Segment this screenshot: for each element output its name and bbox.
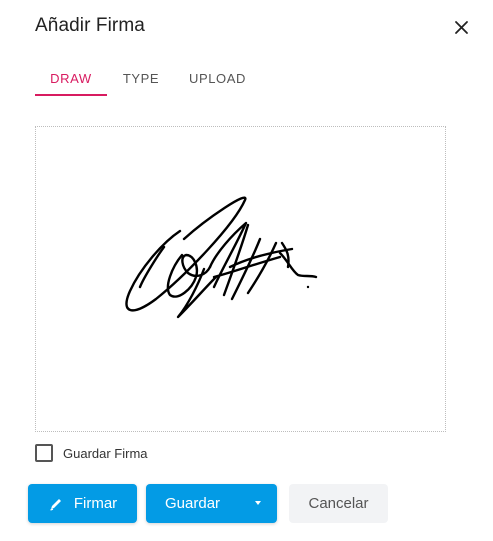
close-icon[interactable]	[452, 18, 472, 38]
cancel-button[interactable]: Cancelar	[289, 484, 388, 523]
add-signature-dialog: Añadir Firma DRAW TYPE UPLOAD Guardar Fi…	[0, 0, 493, 541]
save-signature-checkbox[interactable]	[35, 444, 53, 462]
signature-canvas[interactable]	[35, 126, 446, 432]
sign-button[interactable]: Firmar	[28, 484, 137, 523]
save-button[interactable]: Guardar	[146, 484, 277, 523]
tab-upload[interactable]: UPLOAD	[185, 63, 250, 94]
signature-drawing	[125, 196, 318, 319]
sign-button-label: Firmar	[73, 495, 118, 512]
dialog-title: Añadir Firma	[35, 15, 145, 36]
tab-draw[interactable]: DRAW	[35, 63, 107, 96]
save-button-separator	[245, 484, 246, 523]
pen-icon	[48, 496, 64, 512]
tab-type[interactable]: TYPE	[116, 63, 166, 94]
save-signature-option[interactable]: Guardar Firma	[35, 443, 148, 463]
save-button-label: Guardar	[165, 495, 221, 512]
save-signature-label: Guardar Firma	[63, 445, 148, 461]
caret-down-icon[interactable]	[255, 501, 261, 505]
